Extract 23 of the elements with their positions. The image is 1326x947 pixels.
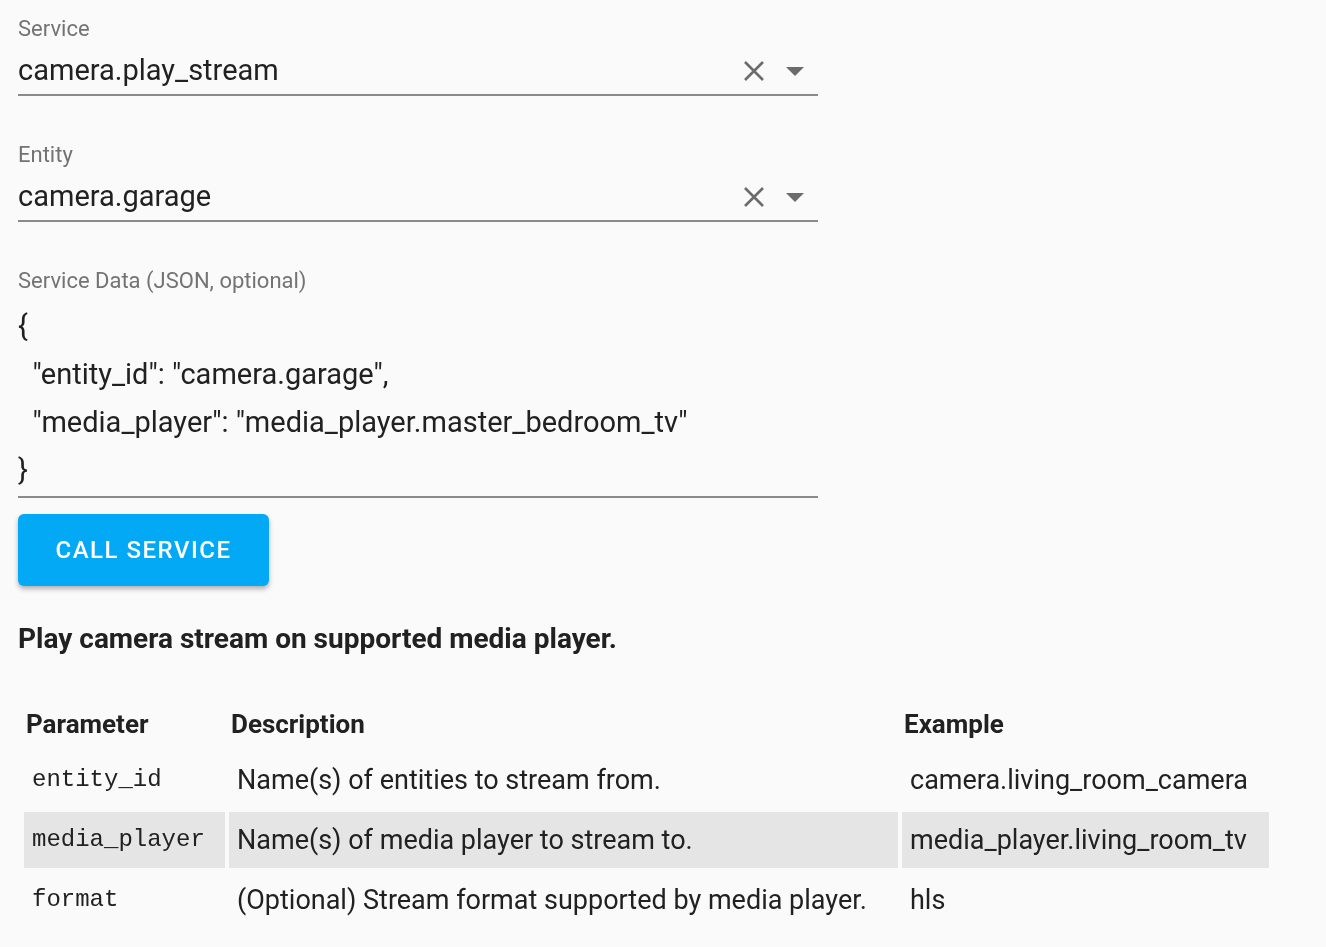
service-description: Play camera stream on supported media player. (18, 622, 618, 656)
json-input-field[interactable]: { "entity_id": "camera.garage", "media_player": "media_player.master_bedroom_tv" } (18, 302, 818, 498)
column-header: Description (230, 707, 366, 741)
table-cell-text: Name(s) of entities to stream from. (236, 762, 662, 798)
table-cell: media_player.living_room_tv (902, 812, 1269, 868)
table-cell-text: entity_id (31, 765, 163, 795)
table-cell-text: (Optional) Stream format supported by media player. (236, 882, 868, 918)
column-header: Example (903, 707, 1005, 741)
combo-field[interactable]: camera.play_stream (18, 44, 818, 96)
close-icon[interactable] (742, 185, 766, 209)
table-cell: Name(s) of media player to stream to. (229, 812, 898, 868)
close-icon[interactable] (742, 59, 766, 83)
table-cell: media_player (24, 812, 225, 868)
field-label: Service (18, 15, 91, 43)
caret-icon[interactable] (786, 192, 804, 202)
table-cell-text: format (31, 885, 120, 915)
column-header: Parameter (25, 707, 150, 741)
field-label: Service Data (JSON, optional) (18, 267, 308, 295)
table-cell-text: camera.living_room_camera (909, 762, 1249, 798)
combo-field[interactable]: camera.garage (18, 170, 818, 222)
table-cell-text: hls (909, 882, 947, 918)
caret-icon[interactable] (786, 66, 804, 76)
field-label: Entity (18, 141, 74, 169)
